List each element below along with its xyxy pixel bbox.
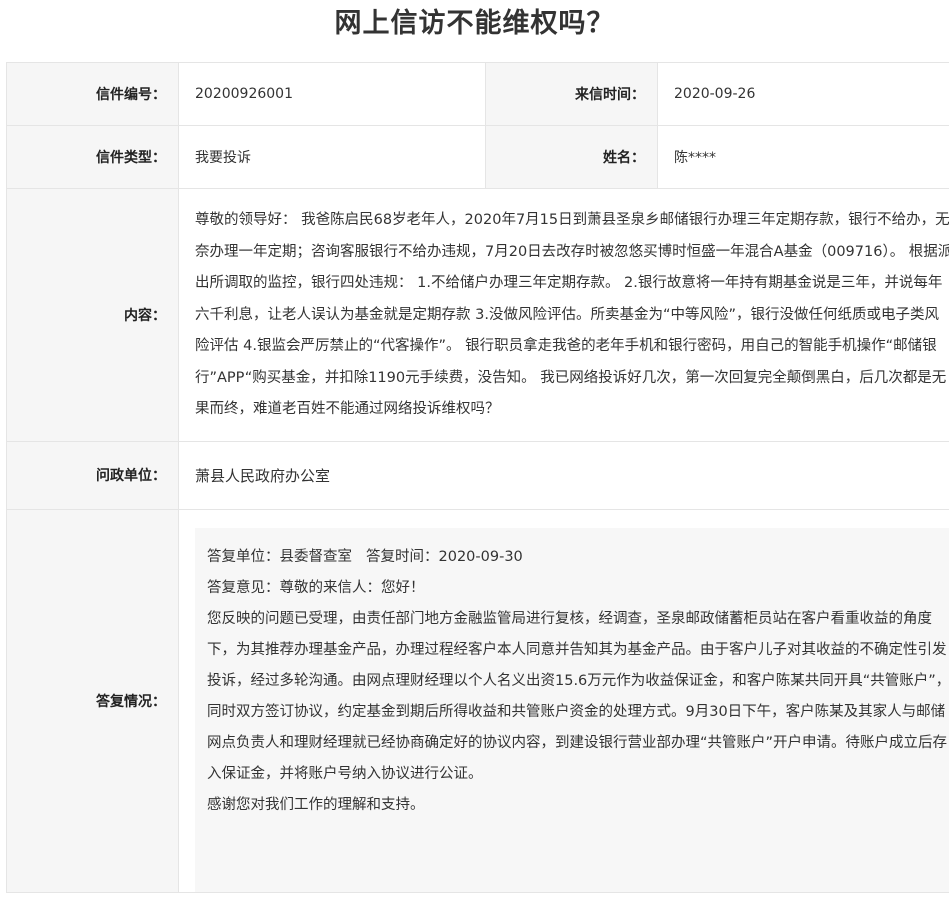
reply-opinion: 答复意见：尊敬的来信人：您好！ (207, 579, 425, 596)
reply-cell: 答复单位：县委督查室 答复时间：2020-09-30 答复意见：尊敬的来信人：您好… (178, 508, 949, 893)
letter-type-label: 信件类型： (6, 125, 179, 189)
content-text: 尊敬的领导好： 我爸陈启民68岁老年人，2020年7月15日到萧县圣泉乡邮储银行… (195, 212, 949, 417)
letter-type-value: 我要投诉 (178, 125, 486, 189)
reply-time: 答复时间：2020-09-30 (366, 548, 523, 565)
content-label: 内容： (6, 188, 179, 442)
reply-label: 答复情况： (6, 508, 179, 893)
table-row: 信件编号： 20200926001 来信时间： 2020-09-26 (6, 62, 949, 126)
reply-box: 答复单位：县委督查室 答复时间：2020-09-30 答复意见：尊敬的来信人：您好… (195, 527, 949, 892)
name-value: 陈**** (657, 125, 949, 189)
reply-thanks: 感谢您对我们工作的理解和支持。 (207, 796, 425, 813)
content-cell: 尊敬的领导好： 我爸陈启民68岁老年人，2020年7月15日到萧县圣泉乡邮储银行… (178, 188, 949, 442)
table-row: 答复情况： 答复单位：县委督查室 答复时间：2020-09-30 答复意见：尊敬的… (6, 508, 949, 893)
letter-time-value: 2020-09-26 (657, 62, 949, 126)
table-row: 问政单位： 萧县人民政府办公室 (6, 440, 949, 510)
reply-header: 答复单位：县委督查室 答复时间：2020-09-30 (207, 542, 949, 573)
table-row: 内容： 尊敬的领导好： 我爸陈启民68岁老年人，2020年7月15日到萧县圣泉乡… (6, 188, 949, 442)
letter-no-value: 20200926001 (178, 62, 486, 126)
name-label: 姓名： (485, 125, 658, 189)
reply-body: 您反映的问题已受理，由责任部门地方金融监管局进行复核，经调查，圣泉邮政储蓄柜员站… (207, 610, 949, 782)
page-title: 网上信访不能维权吗？ (334, 8, 615, 39)
letter-info-table: 信件编号： 20200926001 来信时间： 2020-09-26 信件类型：… (6, 62, 949, 893)
reply-unit: 答复单位：县委督查室 (207, 548, 352, 565)
letter-time-label: 来信时间： (485, 62, 658, 126)
letter-no-label: 信件编号： (6, 62, 179, 126)
table-row: 信件类型： 我要投诉 姓名： 陈**** (6, 125, 949, 189)
agency-value: 萧县人民政府办公室 (178, 440, 949, 510)
agency-label: 问政单位： (6, 440, 179, 510)
